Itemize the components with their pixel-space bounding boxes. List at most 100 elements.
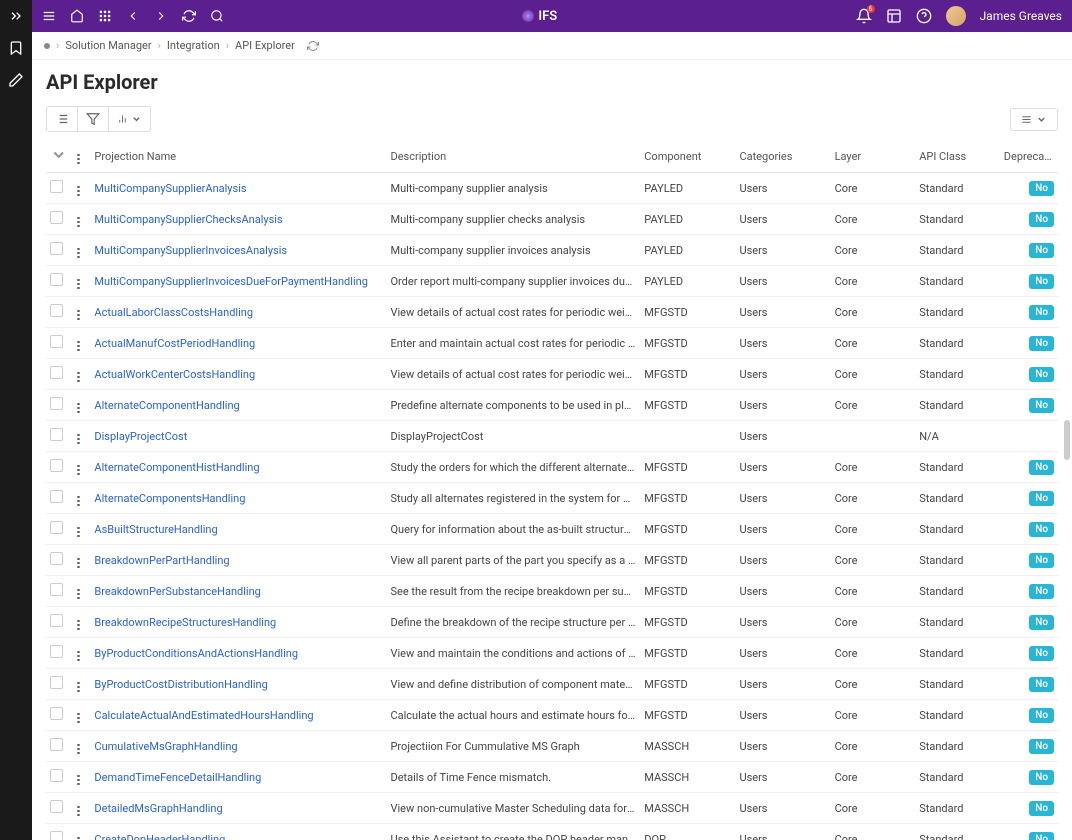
projection-link[interactable]: BreakdownPerSubstanceHandling — [94, 585, 260, 598]
table-row[interactable]: CreateDopHeaderHandlingUse this Assistan… — [46, 824, 1058, 840]
crumb-0[interactable]: Solution Manager — [65, 39, 151, 52]
col-select[interactable] — [46, 140, 71, 173]
projection-link[interactable]: ActualWorkCenterCostsHandling — [94, 368, 255, 381]
table-row[interactable]: AlternateComponentHistHandlingStudy the … — [46, 452, 1058, 483]
row-checkbox[interactable] — [50, 831, 63, 840]
row-checkbox[interactable] — [50, 428, 63, 441]
projection-link[interactable]: AsBuiltStructureHandling — [94, 523, 217, 536]
row-checkbox[interactable] — [50, 707, 63, 720]
row-checkbox[interactable] — [50, 242, 63, 255]
table-row[interactable]: MultiCompanySupplierInvoicesDueForPaymen… — [46, 266, 1058, 297]
projection-link[interactable]: BreakdownPerPartHandling — [94, 554, 229, 567]
table-row[interactable]: BreakdownRecipeStructuresHandlingDefine … — [46, 607, 1058, 638]
row-menu-icon[interactable] — [75, 649, 82, 664]
table-row[interactable]: ActualLaborClassCostsHandlingView detail… — [46, 297, 1058, 328]
row-checkbox[interactable] — [50, 769, 63, 782]
avatar[interactable] — [946, 6, 966, 26]
table-row[interactable]: AlternateComponentHandlingPredefine alte… — [46, 390, 1058, 421]
row-checkbox[interactable] — [50, 490, 63, 503]
row-menu-icon[interactable] — [75, 463, 82, 478]
row-checkbox[interactable] — [50, 397, 63, 410]
row-menu-icon[interactable] — [75, 525, 82, 540]
projection-link[interactable]: AlternateComponentHistHandling — [94, 461, 259, 474]
table-row[interactable]: MultiCompanySupplierChecksAnalysisMulti-… — [46, 204, 1058, 235]
apps-icon[interactable] — [98, 9, 112, 23]
table-row[interactable]: BreakdownPerSubstanceHandlingSee the res… — [46, 576, 1058, 607]
projection-link[interactable]: DetailedMsGraphHandling — [94, 802, 222, 815]
col-projection[interactable]: Projection Name — [90, 140, 386, 173]
row-checkbox[interactable] — [50, 800, 63, 813]
refresh-icon[interactable] — [182, 9, 196, 23]
projection-link[interactable]: DisplayProjectCost — [94, 430, 187, 443]
search-icon[interactable] — [210, 9, 224, 23]
projection-link[interactable]: DemandTimeFenceDetailHandling — [94, 771, 261, 784]
row-menu-icon[interactable] — [75, 432, 82, 447]
projection-link[interactable]: ByProductCostDistributionHandling — [94, 678, 267, 691]
row-checkbox[interactable] — [50, 552, 63, 565]
table-row[interactable]: AsBuiltStructureHandlingQuery for inform… — [46, 514, 1058, 545]
table-row[interactable]: ByProductConditionsAndActionsHandlingVie… — [46, 638, 1058, 669]
help-icon[interactable] — [916, 8, 932, 24]
projection-link[interactable]: ByProductConditionsAndActionsHandling — [94, 647, 298, 660]
crumb-2[interactable]: API Explorer — [235, 39, 295, 52]
row-menu-icon[interactable] — [75, 804, 82, 819]
row-menu-icon[interactable] — [75, 494, 82, 509]
projection-link[interactable]: MultiCompanySupplierAnalysis — [94, 182, 246, 195]
table-row[interactable]: ByProductCostDistributionHandlingView an… — [46, 669, 1058, 700]
filter-button[interactable] — [78, 107, 109, 131]
row-menu-icon[interactable] — [75, 308, 82, 323]
hamburger-icon[interactable] — [42, 9, 56, 23]
row-checkbox[interactable] — [50, 304, 63, 317]
row-menu-icon[interactable] — [75, 711, 82, 726]
projection-link[interactable]: AlternateComponentsHandling — [94, 492, 245, 505]
crumb-1[interactable]: Integration — [167, 39, 220, 52]
table-row[interactable]: CalculateActualAndEstimatedHoursHandling… — [46, 700, 1058, 731]
row-menu-icon[interactable] — [75, 773, 82, 788]
breadcrumb-refresh-icon[interactable] — [307, 40, 319, 52]
col-categories[interactable]: Categories — [735, 140, 830, 173]
edit-icon[interactable] — [8, 72, 24, 88]
table-row[interactable]: CumulativeMsGraphHandlingProjectiion For… — [46, 731, 1058, 762]
projection-link[interactable]: MultiCompanySupplierInvoicesDueForPaymen… — [94, 275, 367, 288]
row-checkbox[interactable] — [50, 180, 63, 193]
projection-link[interactable]: MultiCompanySupplierChecksAnalysis — [94, 213, 282, 226]
row-checkbox[interactable] — [50, 366, 63, 379]
projection-link[interactable]: BreakdownRecipeStructuresHandling — [94, 616, 276, 629]
table-row[interactable]: MultiCompanySupplierInvoicesAnalysisMult… — [46, 235, 1058, 266]
row-menu-icon[interactable] — [75, 835, 82, 840]
settings-button[interactable] — [1010, 108, 1058, 131]
notifications-icon[interactable]: 6 — [856, 8, 872, 24]
table-row[interactable]: ActualManufCostPeriodHandlingEnter and m… — [46, 328, 1058, 359]
table-row[interactable]: MultiCompanySupplierAnalysisMulti-compan… — [46, 173, 1058, 204]
row-menu-icon[interactable] — [75, 370, 82, 385]
dashboard-icon[interactable] — [886, 8, 902, 24]
row-checkbox[interactable] — [50, 738, 63, 751]
projection-link[interactable]: CalculateActualAndEstimatedHoursHandling — [94, 709, 313, 722]
row-checkbox[interactable] — [50, 273, 63, 286]
row-menu-icon[interactable] — [75, 587, 82, 602]
nav-back-icon[interactable] — [126, 9, 140, 23]
home-icon[interactable] — [70, 9, 84, 23]
col-component[interactable]: Component — [640, 140, 735, 173]
row-menu-icon[interactable] — [75, 215, 82, 230]
projection-link[interactable]: CumulativeMsGraphHandling — [94, 740, 237, 753]
row-checkbox[interactable] — [50, 335, 63, 348]
nav-forward-icon[interactable] — [154, 9, 168, 23]
row-menu-icon[interactable] — [75, 680, 82, 695]
projection-link[interactable]: ActualManufCostPeriodHandling — [94, 337, 255, 350]
col-description[interactable]: Description — [386, 140, 640, 173]
row-checkbox[interactable] — [50, 211, 63, 224]
bookmark-icon[interactable] — [8, 40, 24, 56]
row-checkbox[interactable] — [50, 676, 63, 689]
row-menu-icon[interactable] — [75, 742, 82, 757]
row-checkbox[interactable] — [50, 459, 63, 472]
table-row[interactable]: AlternateComponentsHandlingStudy all alt… — [46, 483, 1058, 514]
row-menu-icon[interactable] — [75, 618, 82, 633]
table-row[interactable]: DisplayProjectCostDisplayProjectCostUser… — [46, 421, 1058, 452]
table-row[interactable]: ActualWorkCenterCostsHandlingView detail… — [46, 359, 1058, 390]
scrollbar-thumb[interactable] — [1064, 420, 1070, 460]
row-menu-icon[interactable] — [75, 556, 82, 571]
projection-link[interactable]: AlternateComponentHandling — [94, 399, 239, 412]
row-checkbox[interactable] — [50, 521, 63, 534]
row-checkbox[interactable] — [50, 583, 63, 596]
